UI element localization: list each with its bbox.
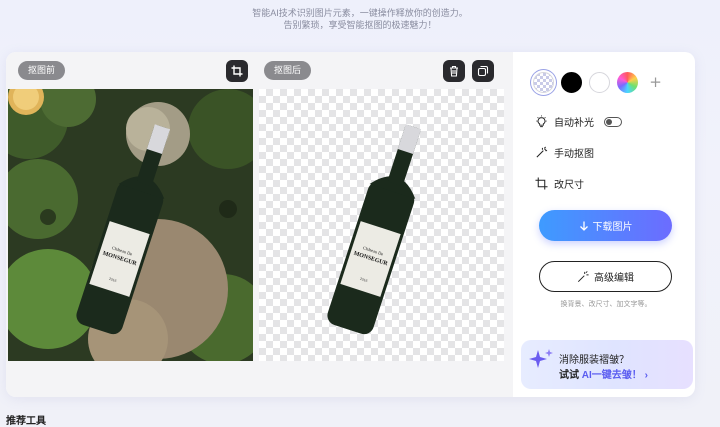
plus-icon[interactable]: + <box>645 72 666 93</box>
advanced-edit-hint: 换背景、改尺寸、加文字等。 <box>560 301 652 308</box>
copy-icon[interactable] <box>472 60 494 82</box>
advanced-edit-label: 高级编辑 <box>594 273 634 284</box>
lightbulb-icon <box>536 115 547 128</box>
swatch-black[interactable] <box>561 72 582 93</box>
cutout-image: Château De MONSEGUR 2016 <box>259 89 504 361</box>
resize-row[interactable]: 改尺寸 <box>535 176 584 191</box>
auto-fill-light-toggle[interactable] <box>604 116 622 127</box>
settings-panel: + 自动补光 手动抠图 改尺寸 下载图片 高级编辑 换背景、改尺寸、加文字等。 <box>521 52 695 397</box>
crop-icon[interactable] <box>226 60 248 82</box>
swatch-custom-color[interactable] <box>617 72 638 93</box>
promo-cta-prefix: 试试 <box>559 370 582 381</box>
sparkle-icon <box>529 349 553 368</box>
wand-icon <box>536 146 548 158</box>
resize-label: 改尺寸 <box>554 180 584 191</box>
header-tagline-line2: 告别繁琐，享受智能抠图的极速魅力！ <box>283 20 437 30</box>
promo-question: 消除服装褶皱？ <box>559 355 629 366</box>
manual-cutout-label: 手动抠图 <box>554 149 594 160</box>
promo-cta: 试试 AI一键去皱！ › <box>559 366 648 381</box>
arrow-down-icon <box>579 221 588 231</box>
download-button[interactable]: 下载图片 <box>539 210 672 241</box>
manual-cutout-row[interactable]: 手动抠图 <box>535 145 594 160</box>
preview-area: 抠图前 抠图后 Château De MONSEGUR 2016 Château… <box>6 52 513 397</box>
after-label: 抠图后 <box>264 61 312 80</box>
trash-icon[interactable] <box>443 60 465 82</box>
promo-cta-highlight: AI一键去皱！ <box>581 370 642 381</box>
resize-icon <box>535 177 548 190</box>
advanced-edit-button[interactable]: 高级编辑 <box>539 261 672 292</box>
chevron-right-icon: › <box>644 370 648 381</box>
swatch-white[interactable] <box>589 72 610 93</box>
promo-banner[interactable]: 消除服装褶皱？ 试试 AI一键去皱！ › <box>521 340 693 389</box>
swatch-transparent[interactable] <box>533 72 554 93</box>
workspace-card: 抠图前 抠图后 Château De MONSEGUR 2016 Château… <box>6 52 695 397</box>
header-tagline-line1: 智能AI技术识别图片元素，一键操作释放你的创造力。 <box>252 8 468 18</box>
recommended-tools-heading: 推荐工具 <box>6 416 46 427</box>
download-label: 下载图片 <box>592 222 633 233</box>
background-swatches: + <box>533 72 666 93</box>
auto-fill-light-label: 自动补光 <box>554 118 594 129</box>
before-label: 抠图前 <box>18 61 66 80</box>
auto-fill-light-row: 自动补光 <box>535 114 622 129</box>
original-image: Château De MONSEGUR 2016 <box>8 89 253 361</box>
magic-wand-icon <box>577 270 589 282</box>
